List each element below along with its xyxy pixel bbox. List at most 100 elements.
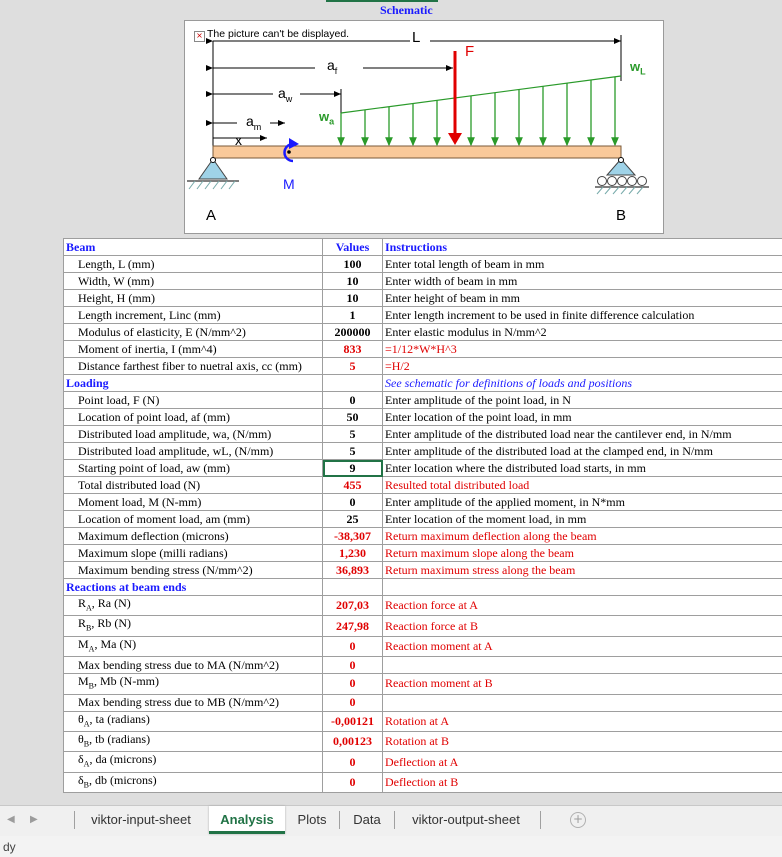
param-name[interactable]: Starting point of load, aw (mm) [63, 459, 323, 477]
selected-cell[interactable]: 9 [322, 459, 383, 477]
scroll-tabs-left-icon[interactable]: ◀ [7, 814, 15, 825]
reaction-name[interactable]: MA, Ma (N) [63, 635, 323, 658]
param-instruction[interactable]: Enter amplitude of the point load, in N [382, 391, 782, 409]
reaction-value[interactable]: 0 [322, 693, 383, 712]
empty-cell[interactable] [322, 374, 383, 392]
param-name[interactable]: Modulus of elasticity, E (N/mm^2) [63, 323, 323, 341]
reaction-instruction[interactable]: Deflection at A [382, 751, 782, 773]
param-name[interactable]: Point load, F (N) [63, 391, 323, 409]
reaction-name[interactable]: RB, Rb (N) [63, 615, 323, 637]
param-name[interactable]: Location of point load, af (mm) [63, 408, 323, 426]
scroll-tabs-right-icon[interactable]: ▶ [30, 814, 38, 825]
reaction-name[interactable]: Max bending stress due to MA (N/mm^2) [63, 656, 323, 675]
schematic-figure[interactable]: × The picture can't be displayed. L af F… [184, 20, 664, 234]
param-instruction[interactable]: =1/12*W*H^3 [382, 340, 782, 358]
param-value[interactable]: 5 [322, 425, 383, 443]
param-value[interactable]: 455 [322, 476, 383, 494]
param-name[interactable]: Height, H (mm) [63, 289, 323, 307]
reaction-instruction[interactable] [382, 656, 782, 675]
param-value[interactable]: 10 [322, 289, 383, 307]
param-instruction[interactable]: Enter location of the moment load, in mm [382, 510, 782, 528]
param-name[interactable]: Maximum slope (milli radians) [63, 544, 323, 562]
param-value[interactable]: 1,230 [322, 544, 383, 562]
reaction-value[interactable]: 0 [322, 771, 383, 794]
worksheet-grid[interactable]: Schematic × The picture can't be display… [0, 0, 782, 805]
param-name[interactable]: Distributed load amplitude, wa, (N/mm) [63, 425, 323, 443]
add-sheet-icon[interactable]: + [570, 812, 586, 828]
param-instruction[interactable]: Return maximum stress along the beam [382, 561, 782, 579]
reaction-value[interactable]: 0 [322, 751, 383, 773]
param-name[interactable]: Location of moment load, am (mm) [63, 510, 323, 528]
reaction-name[interactable]: Max bending stress due to MB (N/mm^2) [63, 693, 323, 712]
reaction-name[interactable]: θA, ta (radians) [63, 710, 323, 732]
param-instruction[interactable]: Enter elastic modulus in N/mm^2 [382, 323, 782, 341]
param-value[interactable]: 1 [322, 306, 383, 324]
param-name[interactable]: Moment of inertia, I (mm^4) [63, 340, 323, 358]
param-value[interactable]: 833 [322, 340, 383, 358]
param-instruction[interactable]: Enter location of the point load, in mm [382, 408, 782, 426]
param-instruction[interactable]: Enter amplitude of the applied moment, i… [382, 493, 782, 511]
param-instruction[interactable]: Enter location where the distributed loa… [382, 459, 782, 477]
param-name[interactable]: Width, W (mm) [63, 272, 323, 290]
param-instruction[interactable]: Enter amplitude of the distributed load … [382, 442, 782, 460]
reaction-instruction[interactable]: Reaction force at B [382, 615, 782, 637]
reaction-value[interactable]: 0 [322, 656, 383, 675]
param-instruction[interactable]: Resulted total distributed load [382, 476, 782, 494]
reaction-name[interactable]: δA, da (microns) [63, 751, 323, 773]
reaction-name[interactable]: θB, tb (radians) [63, 730, 323, 753]
reaction-instruction[interactable]: Rotation at B [382, 730, 782, 753]
reaction-value[interactable]: 247,98 [322, 615, 383, 637]
param-instruction[interactable]: =H/2 [382, 357, 782, 375]
reaction-name[interactable]: MB, Mb (N-mm) [63, 673, 323, 695]
param-instruction[interactable]: Enter width of beam in mm [382, 272, 782, 290]
param-instruction[interactable]: Return maximum deflection along the beam [382, 527, 782, 545]
param-value[interactable]: 50 [322, 408, 383, 426]
param-instruction[interactable]: Return maximum slope along the beam [382, 544, 782, 562]
reaction-value[interactable]: 0,00123 [322, 730, 383, 753]
param-name[interactable]: Maximum bending stress (N/mm^2) [63, 561, 323, 579]
loading-note[interactable]: See schematic for definitions of loads a… [382, 374, 782, 392]
param-value[interactable]: 25 [322, 510, 383, 528]
beam-section-header[interactable]: Beam [63, 238, 323, 256]
reactions-section-header[interactable]: Reactions at beam ends [63, 578, 323, 596]
tab-viktor-input-sheet[interactable]: viktor-input-sheet [78, 806, 204, 833]
tab-data[interactable]: Data [345, 806, 389, 833]
instructions-column-header[interactable]: Instructions [382, 238, 782, 256]
param-value[interactable]: 5 [322, 357, 383, 375]
param-value[interactable]: 5 [322, 442, 383, 460]
param-instruction[interactable]: Enter length increment to be used in fin… [382, 306, 782, 324]
reaction-value[interactable]: 0 [322, 673, 383, 695]
reaction-instruction[interactable] [382, 693, 782, 712]
reaction-name[interactable]: RA, Ra (N) [63, 594, 323, 617]
reaction-instruction[interactable]: Rotation at A [382, 710, 782, 732]
reaction-value[interactable]: -0,00121 [322, 710, 383, 732]
param-value[interactable]: -38,307 [322, 527, 383, 545]
reaction-instruction[interactable]: Reaction moment at B [382, 673, 782, 695]
param-instruction[interactable]: Enter total length of beam in mm [382, 255, 782, 273]
param-value[interactable]: 100 [322, 255, 383, 273]
param-name[interactable]: Moment load, M (N-mm) [63, 493, 323, 511]
reaction-name[interactable]: δB, db (microns) [63, 771, 323, 794]
tab-analysis[interactable]: Analysis [209, 806, 285, 834]
tab-viktor-output-sheet[interactable]: viktor-output-sheet [399, 806, 533, 833]
param-name[interactable]: Total distributed load (N) [63, 476, 323, 494]
reaction-value[interactable]: 0 [322, 635, 383, 658]
empty-cell[interactable] [382, 578, 782, 596]
param-name[interactable]: Length increment, Linc (mm) [63, 306, 323, 324]
values-column-header[interactable]: Values [322, 238, 383, 256]
param-value[interactable]: 0 [322, 493, 383, 511]
loading-section-header[interactable]: Loading [63, 374, 323, 392]
reaction-instruction[interactable]: Reaction moment at A [382, 635, 782, 658]
param-value[interactable]: 36,893 [322, 561, 383, 579]
empty-cell[interactable] [322, 578, 383, 596]
reaction-instruction[interactable]: Deflection at B [382, 771, 782, 794]
param-instruction[interactable]: Enter amplitude of the distributed load … [382, 425, 782, 443]
reaction-instruction[interactable]: Reaction force at A [382, 594, 782, 617]
param-value[interactable]: 200000 [322, 323, 383, 341]
param-value[interactable]: 0 [322, 391, 383, 409]
reaction-value[interactable]: 207,03 [322, 594, 383, 617]
param-name[interactable]: Length, L (mm) [63, 255, 323, 273]
tab-plots[interactable]: Plots [289, 806, 335, 833]
param-value[interactable]: 10 [322, 272, 383, 290]
param-instruction[interactable]: Enter height of beam in mm [382, 289, 782, 307]
